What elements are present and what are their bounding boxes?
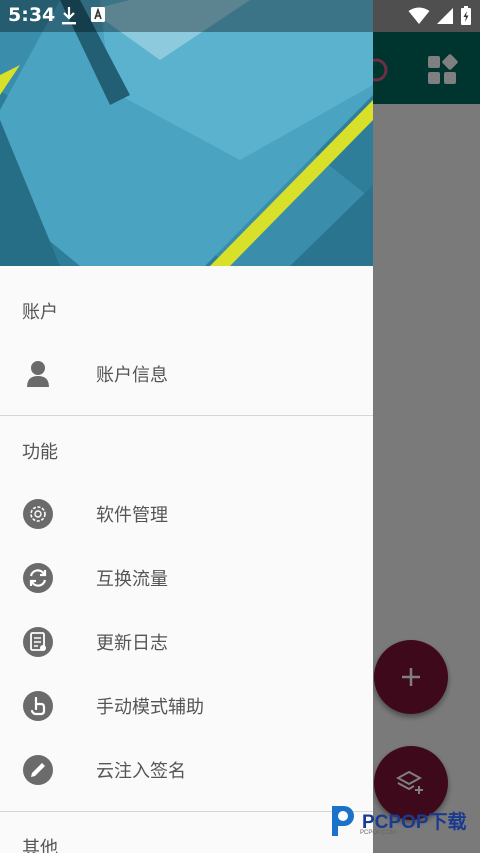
download-icon [62,7,76,25]
menu-item-label: 云注入签名 [96,761,186,782]
menu-item-swap-traffic[interactable]: 互换流量 [0,550,373,606]
section-divider [0,811,373,812]
swap-icon [22,562,54,594]
menu-item-update-log[interactable]: 更新日志 [0,614,373,670]
notification-a-icon [91,7,105,22]
status-bar: 5:34 [0,0,480,32]
menu-item-account-info[interactable]: 账户信息 [0,346,373,402]
wifi-icon [408,7,430,24]
watermark-sub: PCPOP.COM [360,830,396,836]
menu-item-cloud-inject-signature[interactable]: 云注入签名 [0,742,373,798]
person-icon [22,358,54,390]
menu-item-label: 更新日志 [96,633,168,654]
gear-icon [22,498,54,530]
status-time: 5:34 [8,4,56,26]
menu-item-software-management[interactable]: 软件管理 [0,486,373,542]
battery-charging-icon [461,6,471,25]
menu-item-label: 手动模式辅助 [96,697,204,718]
menu-item-label: 账户信息 [96,365,168,386]
pencil-icon [22,754,54,786]
pcpop-logo-icon [332,806,354,836]
material-background-art [0,0,373,266]
menu-item-label: 互换流量 [96,569,168,590]
section-title-account: 账户 [22,302,58,323]
menu-item-label: 软件管理 [96,505,168,526]
drawer-header-image [0,0,373,266]
pcpop-watermark: PCPOP下载 PCPOP.COM [326,800,476,840]
section-divider [0,415,373,416]
navigation-drawer: 账户 账户信息 功能 软件管理 互换流量 更新日志 手动模式辅助 云注入签名 其… [0,0,373,853]
log-icon [22,626,54,658]
status-icons [408,6,472,26]
signal-icon [437,8,453,24]
hand-pointer-icon [22,690,54,722]
menu-item-manual-mode-assist[interactable]: 手动模式辅助 [0,678,373,734]
section-title-other: 其他 [22,838,58,853]
section-title-functions: 功能 [22,442,58,463]
